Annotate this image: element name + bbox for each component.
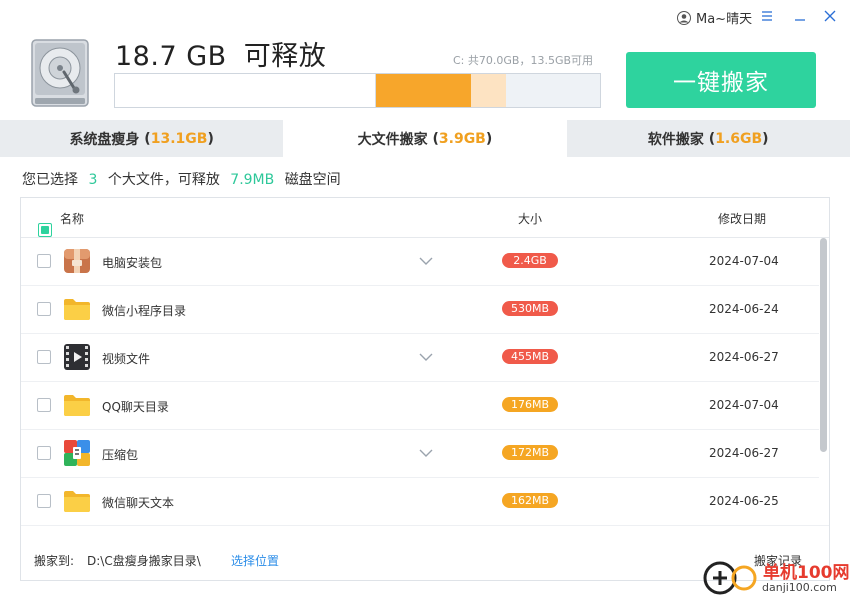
selected-count: 3 [88,172,98,188]
close-button[interactable] [819,6,841,26]
free-amount: 18.7 GB [115,41,227,72]
releasable-amount: 7.9MB [230,172,275,188]
size-badge: 172MB [502,445,558,460]
chevron-down-icon[interactable] [419,255,433,265]
select-all-checkbox[interactable] [38,222,52,237]
table-row[interactable]: 微信聊天文本 162MB 2024-06-25 [21,478,819,526]
row-checkbox[interactable] [37,302,51,316]
summary-suffix: 磁盘空间 [284,172,341,188]
row-checkbox[interactable] [37,350,51,364]
user-account[interactable]: Ma~晴天 [677,8,752,27]
modified-date: 2024-06-27 [709,446,779,460]
tab-label: 系统盘瘦身 [69,131,140,148]
tab-software-move[interactable]: 软件搬家 (1.6GB) [567,120,850,157]
tab-large-files[interactable]: 大文件搬家 (3.9GB) [283,120,567,157]
video-icon [63,343,91,371]
file-name: 压缩包 [102,448,139,462]
watermark-logo-icon [703,561,757,595]
file-list: 电脑安装包 2.4GB 2024-07-04 微信小程序目录 530MB 2024-06-… [21,238,819,526]
selection-summary: 您已选择 3 个大文件，可释放 7.9MB 磁盘空间 [22,169,341,189]
minimize-button[interactable] [789,6,811,26]
modified-date: 2024-07-04 [709,398,779,412]
close-icon [824,10,836,22]
summary-mid: 个大文件，可释放 [107,172,220,188]
tab-size: 1.6GB [715,130,763,147]
usage-segment-releasable [471,74,506,107]
size-badge: 176MB [502,397,558,412]
user-avatar-icon [677,10,691,25]
tab-size: 3.9GB [438,130,486,147]
watermark-text: 单机100网 [763,563,850,583]
size-badge: 530MB [502,301,558,316]
tab-size: 13.1GB [150,130,208,147]
free-label: 可释放 [243,41,327,72]
table-row[interactable]: 电脑安装包 2.4GB 2024-07-04 [21,238,819,286]
tab-bar: 系统盘瘦身 (13.1GB) 大文件搬家 (3.9GB) 软件搬家 (1.6GB… [0,120,850,157]
header-date[interactable]: 修改日期 [718,210,766,227]
folder-icon [63,391,91,419]
destination-path: D:\C盘瘦身搬家目录\ [87,554,201,568]
one-click-move-button[interactable]: 一键搬家 [626,52,816,108]
folder-icon [63,295,91,323]
row-checkbox[interactable] [37,398,51,412]
file-name: 微信小程序目录 [102,304,187,318]
usage-segment-selected [376,74,471,107]
table-row[interactable]: 视频文件 455MB 2024-06-27 [21,334,819,382]
usage-segment-free [506,74,600,107]
archive-icon [63,439,91,467]
disk-info: C: 共70.0GB，13.5GB可用 [453,54,594,67]
header-size[interactable]: 大小 [518,210,542,227]
header-name[interactable]: 名称 [60,210,84,227]
menu-button[interactable] [756,6,778,26]
table-header: 名称 大小 修改日期 [21,198,829,238]
file-table: 名称 大小 修改日期 电脑安装包 2.4GB 2024-07-04 微信小程序目录 53… [20,197,830,581]
size-badge: 455MB [502,349,558,364]
summary-prefix: 您已选择 [22,172,78,188]
file-name: 电脑安装包 [102,256,163,270]
watermark: 单机100网 danji100.com [700,556,850,600]
tab-system-slim[interactable]: 系统盘瘦身 (13.1GB) [0,120,283,157]
free-space-title: 18.7 GB 可释放 [115,34,326,73]
chevron-down-icon[interactable] [419,447,433,457]
scrollbar-thumb[interactable] [820,238,827,452]
size-badge: 162MB [502,493,558,508]
size-badge: 2.4GB [502,253,558,268]
usage-segment-used [115,74,376,107]
file-name: 微信聊天文本 [102,496,175,510]
minimize-icon [795,19,805,21]
tab-label: 大文件搬家 [357,131,428,148]
modified-date: 2024-06-25 [709,494,779,508]
file-name: 视频文件 [102,352,151,366]
chevron-down-icon[interactable] [419,351,433,361]
row-checkbox[interactable] [37,446,51,460]
tab-label: 软件搬家 [647,131,704,148]
hamburger-icon [762,11,772,21]
hard-disk-icon [31,39,89,107]
row-checkbox[interactable] [37,494,51,508]
modified-date: 2024-06-27 [709,350,779,364]
app-window: Ma~晴天 18.7 GB 可释放 C: 共70.0GB，13.5GB可用 一键… [0,0,850,600]
modified-date: 2024-07-04 [709,254,779,268]
modified-date: 2024-06-24 [709,302,779,316]
file-name: QQ聊天目录 [102,400,169,414]
package-icon [63,247,91,275]
choose-location-link[interactable]: 选择位置 [231,552,279,569]
table-row[interactable]: 压缩包 172MB 2024-06-27 [21,430,819,478]
watermark-sub: danji100.com [762,581,837,594]
move-to-label: 搬家到: [34,554,75,568]
table-row[interactable]: QQ聊天目录 176MB 2024-07-04 [21,382,819,430]
table-row[interactable]: 微信小程序目录 530MB 2024-06-24 [21,286,819,334]
disk-usage-bar [114,73,601,108]
user-name: Ma~晴天 [696,12,753,27]
row-checkbox[interactable] [37,254,51,268]
folder-icon [63,487,91,515]
